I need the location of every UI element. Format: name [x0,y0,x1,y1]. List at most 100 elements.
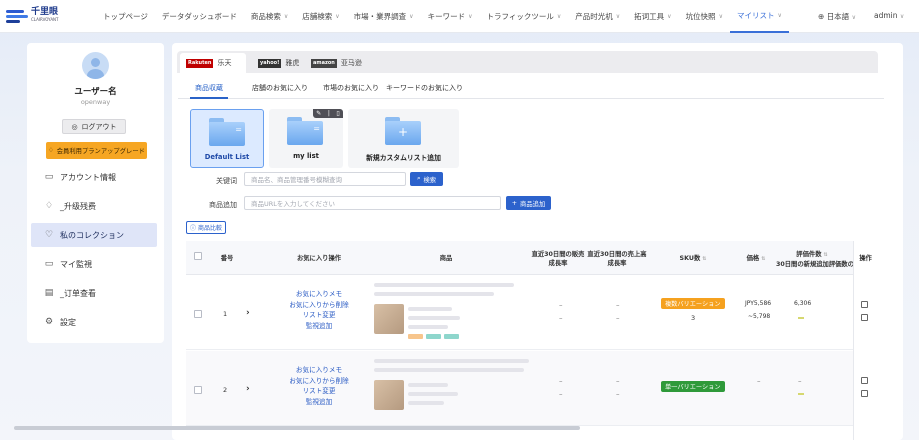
sidebar-item[interactable]: ▭ アカウント情報 [27,165,164,189]
header-price[interactable]: 価格 ⇅ [739,254,773,264]
header-sales30: 直近30日間の売上高 成長率 [586,250,648,268]
search-button[interactable]: ⌕ 検索 [410,172,443,186]
chevron-down-icon: ∨ [615,13,621,20]
nav-item[interactable]: マイリスト ∨ [729,0,789,33]
product-url-input[interactable]: 商品URLを入力してください [244,196,501,210]
add-product-button[interactable]: + 商品追加 [506,196,551,210]
list-card-label: 新規カスタムリスト追加 [366,154,441,162]
nav-item[interactable]: 市場・業界調査 ∨ [347,0,421,33]
platform-tabs: Rakuten 乐天 yahoo! 雅虎 amazon 亚马逊 [177,51,878,73]
chevron-down-icon: ∨ [777,12,782,19]
sku-badge: 複数バリエーション [661,298,725,309]
chart-icon[interactable] [861,314,868,321]
user-name: ユーザー名 [74,87,117,97]
chevron-down-icon: ∨ [667,13,672,20]
list-card-tools: ✎ | ▯ [313,109,343,118]
header-reviews[interactable]: 評価件数 ⇅ 30日間の新規追加評価数の [776,250,855,269]
nav-item[interactable]: 产品时光机 ∨ [568,0,627,33]
edit-icon[interactable]: ✎ [316,110,321,117]
nav-item[interactable]: トップページ [96,0,155,33]
platform-label: 亚马逊 [340,59,362,67]
brand-subtitle: CLAIRVOYANT [31,17,59,22]
delete-icon[interactable]: ▯ [336,110,339,117]
list-card-label: my list [293,152,319,160]
compare-button-label: 商品比較 [198,225,223,232]
header-growth30: 直近30日間の販売 成長率 [526,250,590,268]
avatar [82,52,109,79]
favorite-memo-link[interactable]: お気に入りメモ [274,365,364,376]
user-menu[interactable]: admin ∨ [874,11,904,20]
expand-chevron-icon[interactable]: › [246,308,250,318]
product-thumbnail [374,304,404,334]
sales-value: – [616,390,620,398]
nav-item-label: マイリスト [736,11,775,20]
sidebar-item[interactable]: ▤ _订单查看 [27,281,164,305]
change-list-link[interactable]: リスト変更 [274,310,364,321]
nav-item-label: トラフィックツール [486,12,554,21]
nav-item[interactable]: トラフィックツール ∨ [479,0,568,33]
header-sku[interactable]: SKU数 ⇅ [668,254,718,264]
platform-tab-rakuten[interactable]: Rakuten 乐天 [180,53,246,73]
platform-tab-amazon[interactable]: amazon 亚马逊 [311,53,362,73]
platform-tab-yahoo[interactable]: yahoo! 雅虎 [258,53,299,73]
sidebar-item[interactable]: ⚙ 設定 [27,310,164,334]
add-monitor-link[interactable]: 監視追加 [274,397,364,408]
list-card-default[interactable]: = Default List [190,109,264,168]
tab-product-collection[interactable]: 商品収蔵 [190,83,228,99]
select-all-checkbox[interactable] [194,252,202,260]
separator: | [327,110,330,117]
nav-item[interactable]: キーワード ∨ [421,0,480,33]
sidebar-item[interactable]: ▭ マイ監視 [27,252,164,276]
chevron-down-icon: ∨ [851,14,856,21]
detail-icon[interactable] [861,377,868,384]
monitor-icon: ▭ [44,259,54,269]
collection-subtabs: 商品収蔵 店舗のお気に入り 市場のお気に入り キーワードのお気に入り [178,83,884,99]
nav-item-label: トップページ [103,12,148,21]
search-icon: ⌕ [416,175,421,182]
favorite-memo-link[interactable]: お気に入りメモ [274,289,364,300]
row-checkbox[interactable] [194,310,202,318]
header-reviews-line2: 30日間の新規追加評価数の [776,261,855,268]
sidebar-item[interactable]: ♢ _升级残费 [27,194,164,218]
nav-item[interactable]: データダッシュボード [155,0,244,33]
remove-favorite-link[interactable]: お気に入りから削除 [274,376,364,387]
sidebar-item-label: アカウント情報 [60,172,116,182]
nav-item[interactable]: 坑位快照 ∨ [679,0,730,33]
horizontal-scrollbar[interactable] [14,426,580,430]
nav-item[interactable]: 商品検索 ∨ [244,0,295,33]
diamond-icon: ♢ [44,201,54,211]
tab-shop-favorites[interactable]: 店舗のお気に入り [252,83,308,99]
list-card-my-list[interactable]: = ✎ | ▯ my list [269,109,343,168]
remove-favorite-link[interactable]: お気に入りから削除 [274,300,364,311]
product-thumbnail [374,380,404,410]
expand-chevron-icon[interactable]: › [246,384,250,394]
add-monitor-link[interactable]: 監視追加 [274,321,364,332]
row-checkbox[interactable] [194,386,202,394]
chart-icon[interactable] [861,390,868,397]
collection-table: 番号 お気に入り操作 商品 直近30日間の販売 成長率 直近30日間の売上高 成長率… [186,241,876,440]
sidebar-item[interactable]: ♡ 私のコレクション [31,223,157,247]
table-row: 1 › お気に入りメモ お気に入りから削除 リスト変更 監視追加 – – – –… [186,275,876,350]
change-list-link[interactable]: リスト変更 [274,386,364,397]
keyword-search-input[interactable]: 商品名、商品管理番号模糊查询 [244,172,406,186]
tab-market-favorites[interactable]: 市場のお気に入り [323,83,379,99]
detail-icon[interactable] [861,301,868,308]
logout-button[interactable]: ◎ ログアウト [62,119,126,134]
nav-item[interactable]: 拓词工具 ∨ [627,0,678,33]
nav-item[interactable]: 店舗検索 ∨ [295,0,346,33]
user-id: openway [80,98,111,106]
sidebar-item-label: 設定 [60,317,76,327]
price-low-value: ~5,798 [748,313,771,320]
header-product: 商品 [439,255,453,262]
language-selector[interactable]: ⊕ 日本語 ∨ [818,11,856,22]
compare-products-button[interactable]: ⓘ 商品比較 [186,221,226,234]
add-product-button-label: 商品追加 [520,200,546,208]
list-card-add[interactable]: + 新規カスタムリスト追加 [348,109,459,168]
brand-logo[interactable]: 千里眼 CLAIRVOYANT [6,8,59,24]
row-ops: お気に入りメモ お気に入りから削除 リスト変更 監視追加 [274,289,364,331]
upgrade-button[interactable]: ♢ 会員利用プランアップグレード [46,142,147,159]
gear-icon: ⚙ [44,317,54,327]
price-value: – [757,377,761,385]
nav-item-label: 产品时光机 [575,12,613,21]
tab-keyword-favorites[interactable]: キーワードのお気に入り [386,83,463,99]
